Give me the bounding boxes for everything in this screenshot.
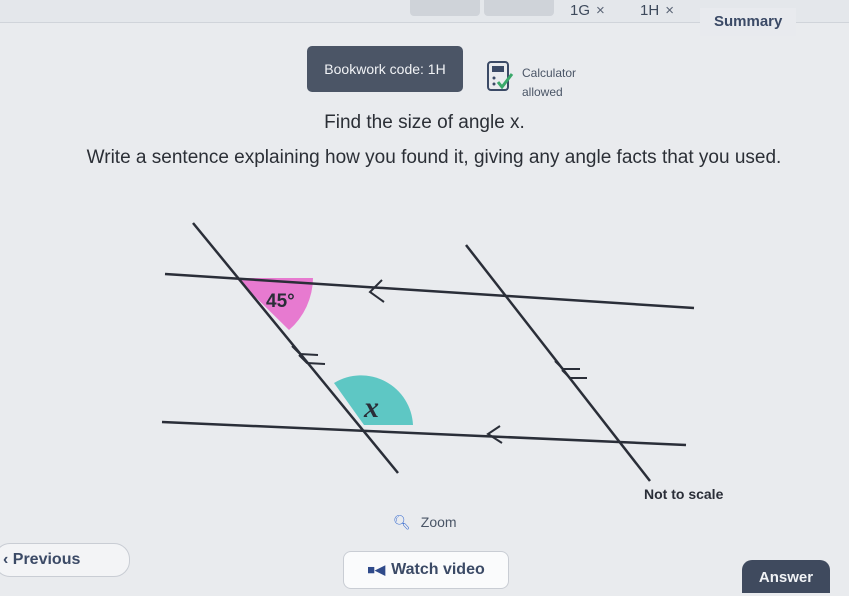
watch-video-button[interactable]: ■◀ Watch video [343,551,509,589]
tab-1g[interactable]: 1G × [570,2,605,19]
chevron-left-icon: ‹ [3,551,13,568]
tab-label: 1G [570,2,591,19]
search-icon: 🔍︎ [393,514,411,530]
question-line-2: Write a sentence explaining how you foun… [86,147,782,168]
parallel-mark-bottom [486,425,503,444]
calculator-label: Calculator [522,66,577,80]
tab-summary[interactable]: Summary [700,8,797,36]
given-angle-label: 45° [266,291,295,312]
transversal-left [192,222,399,474]
previous-label: Previous [12,551,81,568]
close-icon[interactable]: × [596,2,605,19]
parallel-mark-top [368,279,385,303]
tab-previous-2[interactable] [484,0,554,16]
not-to-scale-note: Not to scale [644,486,724,502]
tab-previous-1[interactable] [410,0,480,16]
calculator-check-icon [486,60,514,99]
watch-video-label: Watch video [391,561,485,578]
unknown-angle-label: x [363,391,379,424]
zoom-button[interactable]: 🔍︎ Zoom [393,514,457,531]
calculator-allowed: Calculator allowed [522,64,576,102]
answer-button[interactable]: Answer [742,560,830,593]
parallel-line-top [164,272,695,310]
zoom-label: Zoom [420,514,457,530]
close-icon[interactable]: × [665,2,674,19]
previous-button[interactable]: ‹ Previous [0,543,130,577]
bookwork-code: Bookwork code: 1H [307,46,463,92]
calculator-status: allowed [522,85,563,99]
angle-diagram: 45° x Not to scale [161,222,724,502]
video-icon: ■◀ [367,562,386,577]
tab-label: 1H [640,2,660,19]
question-line-1: Find the size of angle x. [324,112,525,133]
tab-1h[interactable]: 1H × [640,2,674,19]
